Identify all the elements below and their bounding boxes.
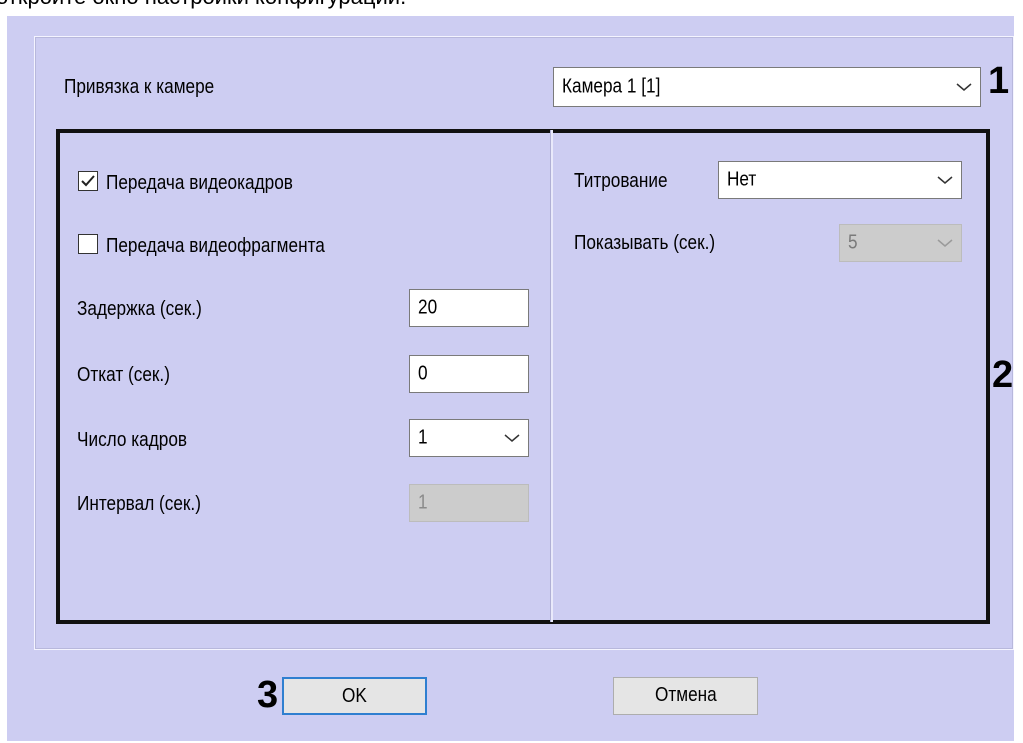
rollback-input[interactable]: 0: [409, 355, 529, 393]
delay-label: Задержка (сек.): [77, 298, 202, 320]
camera-binding-label: Привязка к камере: [64, 76, 215, 98]
chevron-down-icon: [937, 239, 953, 247]
rollback-value: 0: [418, 362, 428, 385]
checkmark-icon: [81, 175, 95, 187]
camera-select[interactable]: Камера 1 [1]: [553, 67, 981, 107]
camera-select-value: Камера 1 [1]: [562, 75, 661, 98]
panel-divider: [550, 130, 553, 622]
video-frames-checkbox[interactable]: [78, 171, 98, 191]
delay-input[interactable]: 20: [409, 289, 529, 327]
rollback-label: Откат (сек.): [77, 364, 170, 386]
interval-value: 1: [418, 491, 428, 514]
chevron-down-icon: [504, 434, 520, 442]
ok-button[interactable]: OK: [282, 677, 427, 715]
cancel-button[interactable]: Отмена: [613, 677, 758, 715]
ok-button-label: OK: [342, 685, 367, 707]
video-fragment-label: Передача видеофрагмента: [106, 235, 325, 257]
video-fragment-checkbox[interactable]: [78, 234, 98, 254]
video-frames-label: Передача видеокадров: [106, 172, 293, 194]
show-seconds-select: 5: [839, 224, 962, 262]
frame-count-label: Число кадров: [77, 429, 188, 451]
interval-input: 1: [409, 484, 529, 522]
frame-count-value: 1: [418, 426, 428, 449]
marker-3: 3: [257, 674, 279, 716]
titling-select[interactable]: Нет: [718, 161, 962, 199]
show-seconds-value: 5: [848, 231, 858, 254]
titling-value: Нет: [727, 168, 757, 191]
chevron-down-icon: [937, 176, 953, 184]
marker-2: 2: [992, 354, 1014, 396]
marker-1: 1: [988, 60, 1010, 102]
interval-label: Интервал (сек.): [77, 493, 201, 515]
frame-count-select[interactable]: 1: [409, 419, 529, 457]
chevron-down-icon: [956, 83, 972, 91]
delay-value: 20: [418, 296, 438, 319]
show-seconds-label: Показывать (сек.): [574, 232, 716, 254]
page-caption: откройте окно настройки конфигурации.: [0, 0, 406, 10]
titling-label: Титрование: [574, 170, 668, 192]
cancel-button-label: Отмена: [654, 684, 717, 706]
